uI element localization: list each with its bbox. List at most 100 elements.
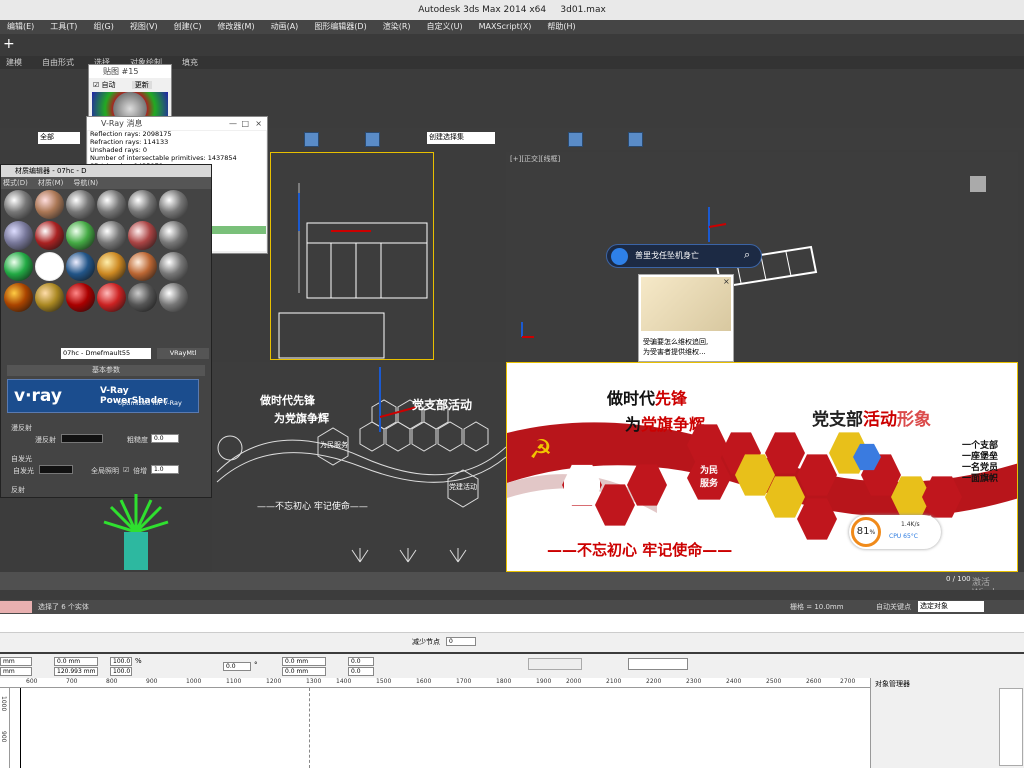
drawing-canvas[interactable]: [10, 688, 870, 768]
key-filter-dropdown[interactable]: 选定对象: [918, 601, 984, 612]
diffuse-color-swatch[interactable]: [61, 434, 103, 443]
wireframe-structure: [521, 207, 818, 338]
object-manager-panel[interactable]: 对象管理器: [870, 678, 1024, 768]
search-query[interactable]: 普里戈任坠机身亡: [635, 250, 699, 261]
plus-icon[interactable]: +: [3, 37, 15, 51]
selection-filter-dropdown[interactable]: 全部: [38, 132, 80, 144]
window-title-bar: Autodesk 3ds Max 2014 x64 3d01.max: [0, 0, 1024, 20]
news-text: 受骗要怎么维权追回, 为受害者提供维权...: [643, 338, 709, 356]
maximize-icon[interactable]: □: [241, 117, 249, 130]
texture-window[interactable]: 贴图 #15 ☑ 自动 更新: [88, 64, 172, 124]
menu-rendering[interactable]: 渲染(R): [376, 20, 420, 34]
viewport-orthographic[interactable]: [+][正交][线框]: [506, 152, 1018, 362]
material-slot-row: [1, 251, 211, 282]
cpu-temp: CPU 65°C: [889, 533, 918, 540]
material-editor[interactable]: 材质编辑器 - 07hc - D 模式(D) 材质(M) 导航(N) 07hc - …: [0, 164, 212, 498]
reduce-nodes-field[interactable]: 0: [446, 637, 476, 646]
render-frame-icon[interactable]: [628, 132, 643, 147]
viewport-perspective-wire[interactable]: 做时代先锋 为党旗争辉 党支部活动 为民服务 党建活动 ——不忘初心 牢记使命—…: [212, 362, 506, 572]
menu-create[interactable]: 创建(C): [167, 20, 211, 34]
material-editor-menus: 模式(D) 材质(M) 导航(N): [1, 177, 211, 189]
height-scale-field[interactable]: 100.0: [110, 667, 132, 676]
offset-field-1[interactable]: 0.0: [348, 657, 374, 666]
menu-help[interactable]: 帮助(H): [540, 20, 584, 34]
menu-animation[interactable]: 动画(A): [264, 20, 308, 34]
vray-message-title: V-Ray 消息 — □ ×: [87, 117, 267, 130]
gi-checkbox[interactable]: ☑: [123, 466, 129, 474]
x-position-field[interactable]: 0.0 mm: [54, 657, 98, 666]
material-name-field[interactable]: 07hc - Dmefmault55: [61, 348, 151, 359]
script-listener[interactable]: [0, 601, 32, 613]
angle-field[interactable]: 0.0: [223, 662, 251, 671]
wireframe-cabinet: [278, 183, 428, 359]
coreldraw-property-bar: mm mm 0.0 mm 120.993 mm 100.0 100.0 % 0.…: [0, 654, 1024, 678]
cpu-monitor-widget[interactable]: 81% 1.4K/s CPU 65°C: [849, 515, 941, 549]
slogan: ——不忘初心 牢记使命——: [547, 541, 733, 559]
named-selection-dropdown[interactable]: 创建选择集: [427, 132, 495, 144]
basic-params-rollout[interactable]: 基本参数: [7, 365, 205, 376]
menu-bar: 编辑(E) 工具(T) 组(G) 视图(V) 创建(C) 修改器(M) 动画(A…: [0, 20, 1024, 34]
material-slot-row: [1, 282, 211, 313]
auto-checkbox[interactable]: ☑ 自动 更新: [89, 78, 171, 92]
material-editor-title: 材质编辑器 - 07hc - D: [1, 165, 211, 177]
news-card[interactable]: × 受骗要怎么维权追回, 为受害者提供维权...: [638, 274, 734, 362]
y-position-field[interactable]: 120.993 mm: [54, 667, 98, 676]
menu-modifiers[interactable]: 修改器(M): [210, 20, 263, 34]
time-slider[interactable]: 0 / 100 激活 Windows: [0, 572, 1024, 598]
horizontal-ruler: 600 700 800 900 1000 1100 1200 1300 1400 1500 1600…: [0, 678, 870, 688]
page-border: [20, 688, 310, 768]
search-popup[interactable]: 普里戈任坠机身亡 ⌕: [606, 244, 762, 268]
net-speed: 1.4K/s: [901, 521, 920, 528]
outline-dropdown[interactable]: [528, 658, 582, 670]
viewport-perspective-render[interactable]: ☭ 做时代先锋 为党旗争辉 党支部活动形象 为民 服务 一个支部 一座堡垒 一名…: [506, 362, 1018, 572]
width-scale-field[interactable]: 100.0: [110, 657, 132, 666]
vray-banner: v·ray V-Ray PowerShader optimized for V-…: [7, 379, 199, 413]
menu-group[interactable]: 组(G): [86, 20, 122, 34]
palm-plant-render: [103, 494, 169, 570]
heading-1: 做时代先锋: [607, 389, 688, 408]
status-bar: 选择了 6 个实体 栅格 = 10.0mm 自动关键点 选定对象: [0, 600, 1024, 614]
tab-freeform[interactable]: 自由形式: [36, 56, 88, 69]
multiplier-field[interactable]: 1.0: [151, 465, 179, 474]
pos-field-2[interactable]: 0.0 mm: [282, 667, 326, 676]
self-illum-swatch[interactable]: [39, 465, 73, 474]
search-icon[interactable]: ⌕: [744, 248, 750, 262]
tab-populate[interactable]: 填充: [176, 56, 212, 69]
material-slot-row: [1, 189, 211, 220]
tab-modeling[interactable]: 建模: [0, 56, 36, 69]
snap-percent-icon[interactable]: [365, 132, 380, 147]
menu-graph-editors[interactable]: 图形编辑器(D): [307, 20, 375, 34]
vertical-ruler: 1000 900: [0, 688, 10, 768]
vray-logo: v·ray: [14, 386, 62, 406]
cpu-percent-ring: 81%: [851, 517, 881, 547]
roughness-field[interactable]: 0.0: [151, 434, 179, 443]
wire-plants: [351, 548, 467, 563]
viewport-left[interactable]: [270, 152, 434, 360]
update-button[interactable]: 更新: [131, 81, 152, 89]
style-dropdown[interactable]: [628, 658, 688, 670]
coreldraw-toolbar: 减少节点 0: [0, 632, 1024, 652]
menu-customize[interactable]: 自定义(U): [420, 20, 472, 34]
layer-list[interactable]: [999, 688, 1023, 766]
select-icon[interactable]: [304, 132, 319, 147]
separator: [0, 614, 1024, 632]
close-icon[interactable]: ×: [255, 117, 262, 130]
principles-list: 一个支部 一座堡垒 一名党员 一面旗帜: [962, 441, 999, 484]
track-bar[interactable]: [0, 590, 1024, 600]
banner-title: 党支部活动形象: [812, 410, 931, 430]
menu-view[interactable]: 视图(V): [123, 20, 167, 34]
close-icon[interactable]: ×: [723, 277, 730, 286]
offset-field-2[interactable]: 0.0: [348, 667, 374, 676]
render-setup-icon[interactable]: [568, 132, 583, 147]
material-type-button[interactable]: VRayMtl: [157, 348, 209, 359]
assistant-avatar-icon: [611, 248, 628, 265]
texture-window-title: 贴图 #15: [89, 65, 171, 78]
menu-edit[interactable]: 编辑(E): [0, 20, 43, 34]
minimize-icon[interactable]: —: [229, 117, 237, 130]
hammer-sickle-icon: ☭: [529, 435, 553, 465]
menu-tools[interactable]: 工具(T): [43, 20, 86, 34]
menu-maxscript[interactable]: MAXScript(X): [472, 20, 541, 34]
file-title: 3d01.max: [560, 5, 606, 15]
pos-field-1[interactable]: 0.0 mm: [282, 657, 326, 666]
heading-2: 为党旗争辉: [625, 415, 706, 434]
